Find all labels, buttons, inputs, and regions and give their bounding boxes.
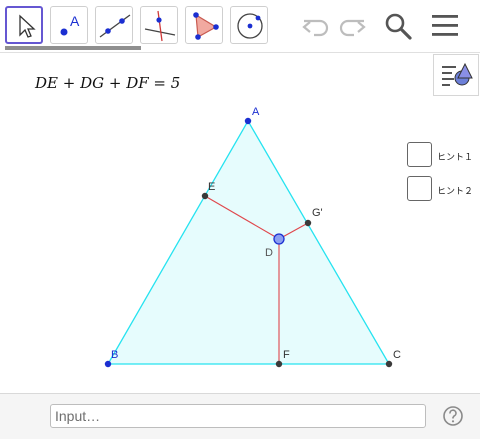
- label-a: A: [252, 106, 260, 118]
- redo-button[interactable]: [336, 10, 368, 42]
- point-g[interactable]: [304, 219, 312, 227]
- perpendicular-line-icon: [144, 10, 176, 42]
- tool-group-indicator: [5, 46, 141, 50]
- input-bar-container: [0, 393, 480, 439]
- perpendicular-tool-button[interactable]: [140, 6, 178, 44]
- point-b[interactable]: [104, 360, 112, 368]
- point-tool-label: A: [70, 13, 80, 29]
- graphics-view[interactable]: A B C E G' F D: [0, 52, 480, 393]
- circle-tool-button[interactable]: [230, 6, 268, 44]
- triangle-abc[interactable]: [106, 119, 391, 365]
- help-icon: [443, 406, 463, 426]
- style-bar-icon: [442, 62, 473, 86]
- point-f[interactable]: [275, 360, 283, 368]
- label-d: D: [265, 247, 273, 259]
- hint-1-checkbox[interactable]: [407, 142, 432, 167]
- circle-icon: [237, 13, 263, 39]
- redo-icon: [339, 19, 366, 37]
- point-e[interactable]: [201, 192, 209, 200]
- label-e: E: [208, 181, 215, 193]
- point-tool-button[interactable]: A: [50, 6, 88, 44]
- distance-sum-formula: DE + DG + DF = 5: [35, 74, 181, 92]
- style-bar-toggle-button[interactable]: [433, 54, 479, 96]
- point-icon: A: [60, 13, 80, 36]
- hint-2-label: ヒント２: [437, 187, 474, 197]
- undo-icon: [302, 19, 329, 37]
- main-menu-button[interactable]: [430, 10, 462, 42]
- line-icon: [99, 14, 131, 38]
- hint-1-label: ヒント１: [437, 153, 474, 163]
- arrow-cursor-icon: [19, 14, 36, 38]
- undo-button[interactable]: [300, 10, 332, 42]
- label-g: G': [312, 207, 323, 219]
- label-c: C: [393, 349, 401, 361]
- toolbar: A: [0, 0, 480, 53]
- polygon-icon: [193, 12, 219, 40]
- hint-2-checkbox[interactable]: [407, 176, 432, 201]
- help-button[interactable]: [442, 405, 464, 427]
- algebra-input[interactable]: [50, 404, 426, 428]
- line-tool-button[interactable]: [95, 6, 133, 44]
- search-button[interactable]: [383, 10, 415, 42]
- polygon-tool-button[interactable]: [185, 6, 223, 44]
- move-tool-button[interactable]: [5, 6, 43, 44]
- label-b: B: [111, 349, 118, 361]
- point-d[interactable]: [273, 233, 285, 245]
- point-c[interactable]: [385, 360, 393, 368]
- hamburger-menu-icon: [432, 15, 458, 36]
- label-f: F: [283, 349, 290, 361]
- search-icon: [385, 13, 412, 40]
- point-a[interactable]: [244, 117, 252, 125]
